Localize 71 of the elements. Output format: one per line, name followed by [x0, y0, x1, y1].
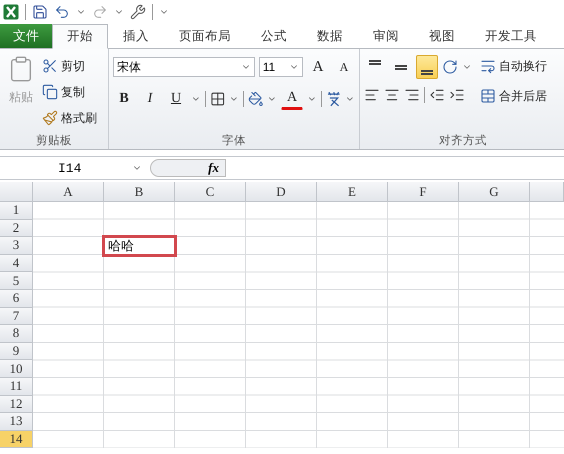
wrench-icon[interactable]	[130, 4, 146, 20]
align-right-icon[interactable]	[404, 87, 420, 103]
bold-button[interactable]: B	[113, 87, 135, 111]
column-header[interactable]: A	[33, 182, 104, 202]
save-icon[interactable]	[32, 4, 48, 20]
row-header[interactable]: 12	[0, 396, 33, 414]
align-bottom-icon	[421, 70, 433, 74]
paintbrush-icon	[42, 110, 58, 126]
row-header[interactable]: 9	[0, 342, 33, 360]
font-color-button[interactable]: A	[281, 88, 304, 110]
column-header[interactable]: D	[246, 182, 317, 202]
copy-button[interactable]: 复制	[42, 81, 97, 103]
align-bottom-button[interactable]	[416, 55, 438, 79]
row-header[interactable]: 8	[0, 325, 33, 343]
row-header[interactable]: 3	[0, 237, 33, 255]
align-left-icon[interactable]	[364, 87, 380, 103]
painter-button[interactable]: 格式刷	[42, 107, 97, 129]
row-header[interactable]: 4	[0, 254, 33, 272]
underline-button[interactable]: U	[165, 87, 187, 111]
column-header[interactable]: C	[175, 182, 246, 202]
fill-bucket-icon[interactable]	[248, 91, 264, 107]
row-header[interactable]: 2	[0, 220, 33, 238]
undo-icon[interactable]	[54, 4, 70, 20]
wrap-text-icon	[480, 58, 496, 74]
ribbon-tab[interactable]: 公式	[246, 24, 302, 49]
scissors-icon	[42, 58, 58, 74]
ribbon-tab[interactable]: 开发工具	[470, 24, 552, 49]
orientation-icon[interactable]	[442, 59, 458, 75]
ribbon-tab[interactable]: 页面布局	[164, 24, 246, 49]
cut-button[interactable]: 剪切	[42, 55, 97, 77]
phonetic-icon[interactable]	[326, 91, 342, 107]
row-header[interactable]: 5	[0, 272, 33, 290]
row-header[interactable]: 6	[0, 290, 33, 308]
font-size-field[interactable]: 11	[258, 57, 303, 77]
insert-function-button[interactable]: fx	[150, 159, 226, 177]
row-header[interactable]: 7	[0, 308, 33, 326]
copy-icon	[42, 84, 58, 100]
merge-center-button[interactable]: 合并后居	[480, 85, 547, 107]
align-middle-icon	[395, 64, 407, 70]
indent-increase-icon[interactable]	[449, 87, 465, 103]
align-top-icon	[369, 60, 381, 64]
align-center-icon[interactable]	[384, 87, 400, 103]
name-box[interactable]: I14	[0, 158, 150, 178]
row-header[interactable]: 14	[0, 430, 33, 448]
wrap-text-button[interactable]: 自动换行	[480, 55, 547, 77]
row-header[interactable]: 1	[0, 202, 33, 220]
app-logo-icon[interactable]	[3, 4, 19, 20]
column-header[interactable]: E	[317, 182, 388, 202]
file-tab[interactable]: 文件	[0, 24, 52, 48]
column-header[interactable]: G	[459, 182, 530, 202]
indent-decrease-icon[interactable]	[429, 87, 445, 103]
column-header[interactable]: B	[104, 182, 175, 202]
borders-icon[interactable]	[210, 91, 226, 107]
table-cell: 哈哈	[104, 237, 175, 255]
group-label: 字体	[221, 133, 247, 148]
italic-button[interactable]: I	[139, 87, 161, 111]
ribbon-tab[interactable]: 开始	[52, 24, 108, 49]
group-label: 剪贴板	[35, 133, 73, 148]
row-header[interactable]: 11	[0, 378, 33, 396]
merge-icon	[480, 88, 496, 104]
ribbon-tab[interactable]: 审阅	[358, 24, 414, 49]
row-header[interactable]: 13	[0, 413, 33, 431]
font-name-field[interactable]: 宋体	[113, 57, 255, 77]
shrink-font-button[interactable]: A	[333, 55, 355, 79]
column-header[interactable]: F	[388, 182, 459, 202]
ribbon-tab[interactable]: 数据	[302, 24, 358, 49]
grow-font-button[interactable]: A	[307, 55, 329, 79]
row-header[interactable]: 10	[0, 360, 33, 378]
ribbon-tab[interactable]: 插入	[108, 24, 164, 49]
ribbon-tab[interactable]: 视图	[414, 24, 470, 49]
group-label: 对齐方式	[438, 133, 488, 148]
